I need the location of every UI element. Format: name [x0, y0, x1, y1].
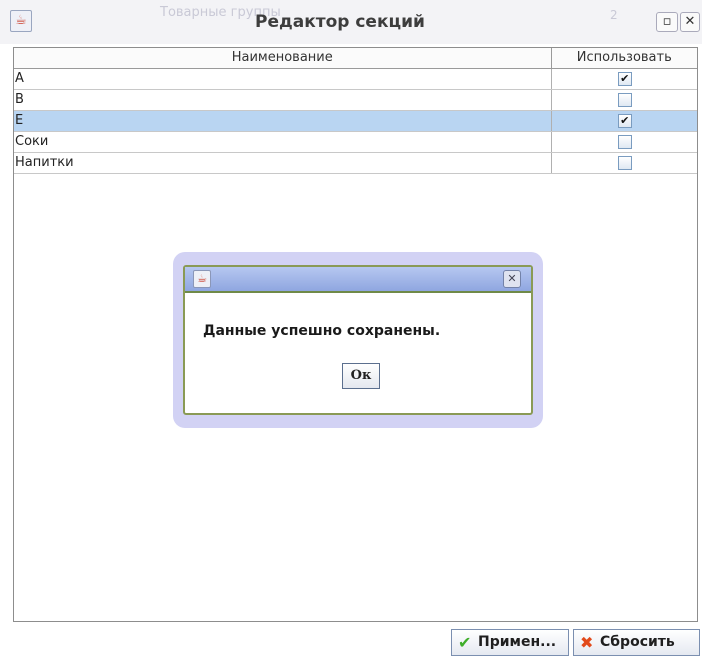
apply-button[interactable]: ✔ Примен...	[451, 629, 569, 656]
java-app-icon: ☕	[193, 270, 211, 288]
sections-table: Наименование Использовать A ✔ B E ✔ Соки	[14, 48, 697, 174]
table-row[interactable]: B	[14, 89, 697, 111]
apply-button-label: Примен...	[478, 634, 557, 650]
row-use-cell[interactable]: ✔	[551, 68, 697, 90]
column-header-name[interactable]: Наименование	[14, 48, 552, 69]
column-header-use[interactable]: Использовать	[551, 48, 697, 69]
window-title: Редактор секций	[255, 12, 425, 32]
table-row-selected[interactable]: E ✔	[14, 110, 697, 132]
use-checkbox[interactable]	[617, 92, 632, 107]
cross-icon: ✖	[580, 633, 594, 652]
row-name-cell[interactable]: B	[14, 89, 552, 111]
row-name-cell[interactable]: Соки	[14, 131, 552, 153]
checkmark-icon: ✔	[458, 633, 472, 652]
ok-button[interactable]: Ок	[342, 363, 380, 389]
reset-button[interactable]: ✖ Сбросить	[573, 629, 700, 656]
dialog-close-button[interactable]: ✕	[503, 270, 521, 288]
dialog-message: Данные успешно сохранены.	[203, 323, 441, 339]
row-name-cell[interactable]: Напитки	[14, 152, 552, 174]
close-button[interactable]: ✕	[680, 12, 700, 32]
row-use-cell[interactable]	[551, 152, 697, 174]
background-window-text: 2	[610, 8, 618, 22]
use-checkbox[interactable]: ✔	[617, 71, 632, 86]
window-titlebar: ☕ Товарные группы Редактор секций 2 ▫ ✕	[0, 0, 702, 44]
table-header-row: Наименование Использовать	[14, 48, 697, 69]
use-checkbox[interactable]	[617, 155, 632, 170]
use-checkbox[interactable]	[617, 134, 632, 149]
table-row[interactable]: Соки	[14, 131, 697, 153]
use-checkbox[interactable]: ✔	[617, 113, 632, 128]
reset-button-label: Сбросить	[600, 634, 675, 650]
row-use-cell[interactable]: ✔	[551, 110, 697, 132]
row-use-cell[interactable]	[551, 89, 697, 111]
table-row[interactable]: A ✔	[14, 68, 697, 90]
message-dialog: ☕ ✕ Данные успешно сохранены. Ок	[183, 265, 533, 415]
table-row[interactable]: Напитки	[14, 152, 697, 174]
dialog-titlebar[interactable]: ☕ ✕	[185, 267, 531, 293]
row-use-cell[interactable]	[551, 131, 697, 153]
java-app-icon: ☕	[10, 10, 32, 32]
maximize-button[interactable]: ▫	[656, 12, 678, 32]
row-name-cell[interactable]: E	[14, 110, 552, 132]
row-name-cell[interactable]: A	[14, 68, 552, 90]
